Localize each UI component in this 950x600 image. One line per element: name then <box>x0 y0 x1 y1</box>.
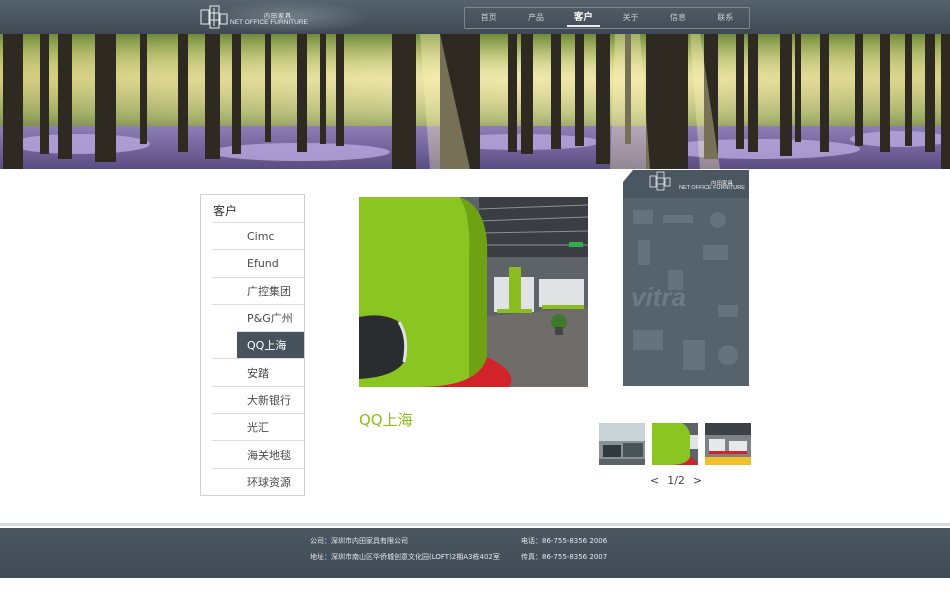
header: 内田家具 NET OFFICE FURNITURE 首页 产品 客户 关于 信息… <box>0 0 950 34</box>
pager-next-button[interactable]: > <box>693 474 702 487</box>
main-nav: 首页 产品 客户 关于 信息 联系 <box>464 7 750 29</box>
brand-watermark: vitra <box>631 282 686 312</box>
client-list: Cimc Efund 广控集团 P&G广州 QQ上海 安踏 大新银行 光汇 海关… <box>212 222 304 495</box>
logo-mark-icon <box>200 5 228 29</box>
pager-page-indicator: 1/2 <box>667 474 685 487</box>
sidebar-item-customs-carpet[interactable]: 海关地毯 <box>212 440 304 467</box>
project-title: QQ上海 <box>359 411 413 429</box>
sidebar-item-cimc[interactable]: Cimc <box>212 222 304 249</box>
thumbnail-1[interactable] <box>599 423 645 465</box>
sidebar-item-guanghui[interactable]: 光汇 <box>212 413 304 440</box>
brand-panel-illustration <box>623 170 749 386</box>
sidebar-item-dahsing-bank[interactable]: 大新银行 <box>212 385 304 413</box>
footer: 公司：深圳市内田家具有限公司 地址：深圳市南山区华侨城创意文化园(LOFT)2期… <box>0 528 950 578</box>
forest-illustration <box>0 34 950 169</box>
sidebar-item-anta[interactable]: 安踏 <box>212 358 304 385</box>
nav-item-about[interactable]: 关于 <box>607 8 654 28</box>
nav-item-contact[interactable]: 联系 <box>702 8 749 28</box>
nav-item-clients[interactable]: 客户 <box>560 8 607 28</box>
footer-divider <box>0 523 950 526</box>
footer-address: 地址：深圳市南山区华侨城创意文化园(LOFT)2期A3栋402室 <box>310 553 500 561</box>
sidebar-title: 客户 <box>213 204 238 218</box>
footer-phone: 电话：86-755-8356 2006 <box>521 537 608 545</box>
client-sidebar: 客户 Cimc Efund 广控集团 P&G广州 QQ上海 安踏 大新银行 光汇… <box>200 194 305 496</box>
sidebar-item-global-sources[interactable]: 环球资源 <box>212 467 304 495</box>
nav-item-products[interactable]: 产品 <box>512 8 559 28</box>
sidebar-item-efund[interactable]: Efund <box>212 249 304 276</box>
office-photo-illustration <box>359 197 588 387</box>
footer-company: 公司：深圳市内田家具有限公司 <box>310 537 408 545</box>
thumbnail-3-image <box>705 423 751 465</box>
gallery-thumbnails <box>599 423 751 465</box>
thumbnail-2-image <box>652 423 698 465</box>
banner-forest-image <box>0 34 950 169</box>
logo-en-text: NET OFFICE FURNITURE <box>230 19 308 26</box>
thumbnail-2[interactable] <box>652 423 698 465</box>
nav-item-news[interactable]: 信息 <box>654 8 701 28</box>
sidebar-item-qq-shanghai[interactable]: QQ上海 <box>237 331 304 359</box>
footer-fax: 传真：86-755-8356 2007 <box>521 553 608 561</box>
brand-logo-en: NET OFFICE FURNITURE <box>679 185 745 191</box>
pager-prev-button[interactable]: < <box>650 474 659 487</box>
sidebar-item-guangkong[interactable]: 广控集团 <box>212 276 304 304</box>
nav-item-home[interactable]: 首页 <box>465 8 512 28</box>
brand-panel: 内田家具 NET OFFICE FURNITURE vitra <box>623 170 749 386</box>
main-project-photo <box>359 197 588 387</box>
thumbnail-3[interactable] <box>705 423 751 465</box>
logo[interactable]: 内田家具 NET OFFICE FURNITURE <box>200 4 308 30</box>
sidebar-item-pg-guangzhou[interactable]: P&G广州 <box>212 303 304 331</box>
gallery-pager: < 1/2 > <box>650 474 702 487</box>
thumbnail-1-image <box>599 423 645 465</box>
